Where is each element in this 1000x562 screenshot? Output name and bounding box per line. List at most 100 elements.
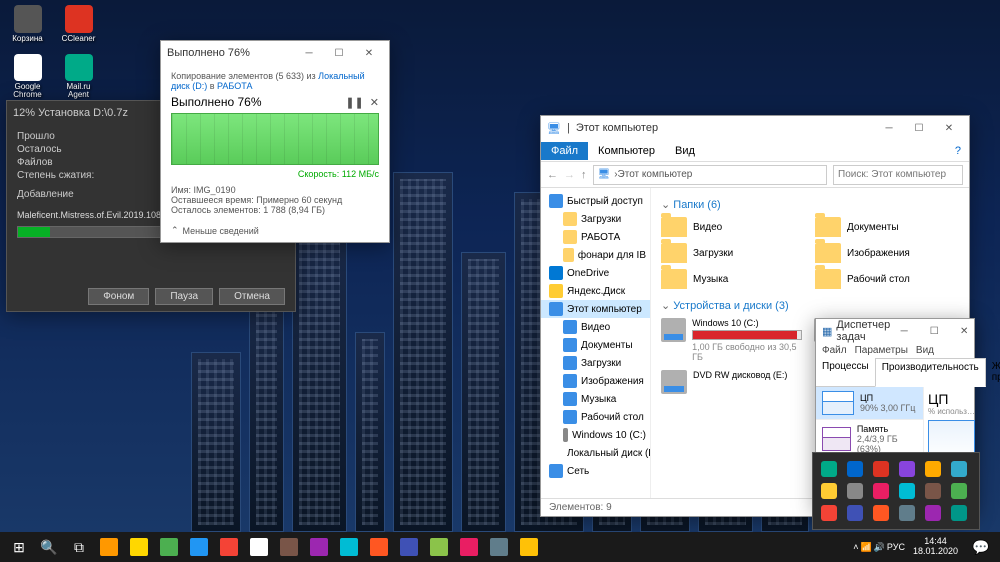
taskbar-app[interactable]	[514, 533, 544, 561]
lang-indicator[interactable]: РУС	[887, 542, 905, 552]
tray-icon[interactable]	[925, 505, 941, 521]
taskbar-app[interactable]	[394, 533, 424, 561]
copy-titlebar[interactable]: Выполнено 76% ─ ☐ ✕	[161, 41, 389, 65]
taskbar-app[interactable]	[304, 533, 334, 561]
network-icon[interactable]: 📶	[860, 542, 871, 553]
notifications-icon[interactable]: 💬	[966, 533, 996, 561]
tray-icon[interactable]	[821, 461, 837, 477]
maximize-icon[interactable]: ☐	[905, 118, 933, 138]
folder-item[interactable]: Изображения	[815, 243, 959, 263]
drives-header[interactable]: ⌄ Устройства и диски (3)	[661, 299, 959, 312]
taskbar-app[interactable]	[364, 533, 394, 561]
tray-icon[interactable]	[821, 505, 837, 521]
tray-icon[interactable]	[951, 483, 967, 499]
maximize-icon[interactable]: ☐	[920, 321, 948, 341]
nav-item[interactable]: Этот компьютер	[541, 300, 650, 318]
nav-item[interactable]: Загрузки	[541, 354, 650, 372]
nav-item[interactable]: Яндекс.Диск	[541, 282, 650, 300]
taskbar-app[interactable]	[244, 533, 274, 561]
tray-icon[interactable]	[847, 483, 863, 499]
taskbar-app[interactable]	[484, 533, 514, 561]
pause-icon[interactable]: ❚❚	[345, 96, 363, 109]
close-icon[interactable]: ✕	[935, 118, 963, 138]
drive-item[interactable]: Windows 10 (C:)1,00 ГБ свободно из 30,5 …	[661, 318, 806, 362]
nav-item[interactable]: Загрузки	[541, 210, 650, 228]
bg-button[interactable]: Фоном	[88, 288, 149, 305]
clock[interactable]: 14:44 18.01.2020	[907, 537, 964, 557]
minimize-icon[interactable]: ─	[295, 43, 323, 63]
tray-icon[interactable]	[873, 483, 889, 499]
tray-icon[interactable]	[873, 461, 889, 477]
menu-item[interactable]: Файл	[822, 345, 847, 356]
search-input[interactable]	[833, 165, 963, 185]
folder-item[interactable]: Музыка	[661, 269, 805, 289]
pause-button[interactable]: Пауза	[155, 288, 213, 305]
forward-icon[interactable]: →	[564, 169, 575, 181]
start-button[interactable]: ⊞	[4, 533, 34, 561]
up-icon[interactable]: ↑	[581, 169, 587, 181]
desktop-mailru[interactable]: Mail.ru Agent	[56, 54, 101, 99]
tab[interactable]: Производительность	[875, 358, 986, 387]
folder-item[interactable]: Документы	[815, 217, 959, 237]
taskview-icon[interactable]: ⧉	[64, 533, 94, 561]
folder-item[interactable]: Загрузки	[661, 243, 805, 263]
folder-item[interactable]: Рабочий стол	[815, 269, 959, 289]
tray-icon[interactable]	[899, 461, 915, 477]
folder-item[interactable]: Видео	[661, 217, 805, 237]
maximize-icon[interactable]: ☐	[325, 43, 353, 63]
taskbar-app[interactable]	[124, 533, 154, 561]
nav-item[interactable]: Документы	[541, 336, 650, 354]
metric-item[interactable]: ЦП90% 3,00 ГГц	[816, 387, 923, 420]
minimize-icon[interactable]: ─	[890, 321, 918, 341]
menu-item[interactable]: Вид	[916, 345, 934, 356]
sound-icon[interactable]: 🔊	[874, 542, 885, 553]
nav-item[interactable]: Видео	[541, 318, 650, 336]
tab[interactable]: Процессы	[816, 358, 875, 386]
taskbar-app[interactable]	[274, 533, 304, 561]
nav-item[interactable]: РАБОТА	[541, 228, 650, 246]
nav-item[interactable]: Сеть	[541, 462, 650, 480]
explorer-titlebar[interactable]: 🖥 | Этот компьютер ─ ☐ ✕	[541, 116, 969, 140]
taskbar-app[interactable]	[424, 533, 454, 561]
taskbar-app[interactable]	[154, 533, 184, 561]
taskbar-app[interactable]	[94, 533, 124, 561]
systray-popup[interactable]	[812, 452, 980, 530]
desktop-chrome[interactable]: Google Chrome	[5, 54, 50, 99]
taskbar-app[interactable]	[334, 533, 364, 561]
taskbar-app[interactable]	[454, 533, 484, 561]
ribbon-file[interactable]: Файл	[541, 142, 588, 160]
menu-item[interactable]: Параметры	[855, 345, 908, 356]
drive-item[interactable]: DVD RW дисковод (E:)	[661, 370, 806, 394]
tray-icon[interactable]	[873, 505, 889, 521]
tray-icon[interactable]	[925, 483, 941, 499]
search-icon[interactable]: 🔍	[34, 533, 64, 561]
tray-icon[interactable]	[821, 483, 837, 499]
tray-icon[interactable]	[847, 461, 863, 477]
tray-chevron-icon[interactable]: ˄	[853, 542, 858, 552]
close-icon[interactable]: ✕	[355, 43, 383, 63]
less-details-toggle[interactable]: ⌃ Меньше сведений	[171, 225, 379, 236]
taskbar-app[interactable]	[184, 533, 214, 561]
tray-icon[interactable]	[899, 483, 915, 499]
nav-item[interactable]: Изображения	[541, 372, 650, 390]
back-icon[interactable]: ←	[547, 169, 558, 181]
tab[interactable]: Журнал пр…	[986, 358, 1000, 386]
taskmgr-titlebar[interactable]: ▦ Диспетчер задач ─ ☐ ✕	[816, 319, 974, 343]
folders-header[interactable]: ⌄ Папки (6)	[661, 198, 959, 211]
nav-item[interactable]: Локальный диск (D:)	[541, 444, 650, 462]
ribbon-computer[interactable]: Компьютер	[588, 142, 665, 160]
taskbar-app[interactable]	[214, 533, 244, 561]
cancel-button[interactable]: Отмена	[219, 288, 285, 305]
breadcrumb[interactable]: 🖥 › Этот компьютер	[593, 165, 828, 185]
cancel-icon[interactable]: ✕	[370, 96, 379, 109]
nav-item[interactable]: Windows 10 (C:)	[541, 426, 650, 444]
nav-item[interactable]: OneDrive	[541, 264, 650, 282]
tray-icon[interactable]	[899, 505, 915, 521]
nav-item[interactable]: Музыка	[541, 390, 650, 408]
help-icon[interactable]: ?	[955, 145, 969, 157]
desktop-recycle-bin[interactable]: Корзина	[5, 5, 50, 50]
nav-item[interactable]: Рабочий стол	[541, 408, 650, 426]
close-icon[interactable]: ✕	[950, 321, 978, 341]
tray-icon[interactable]	[951, 505, 967, 521]
copy-window[interactable]: Выполнено 76% ─ ☐ ✕ Копирование элементо…	[160, 40, 390, 243]
